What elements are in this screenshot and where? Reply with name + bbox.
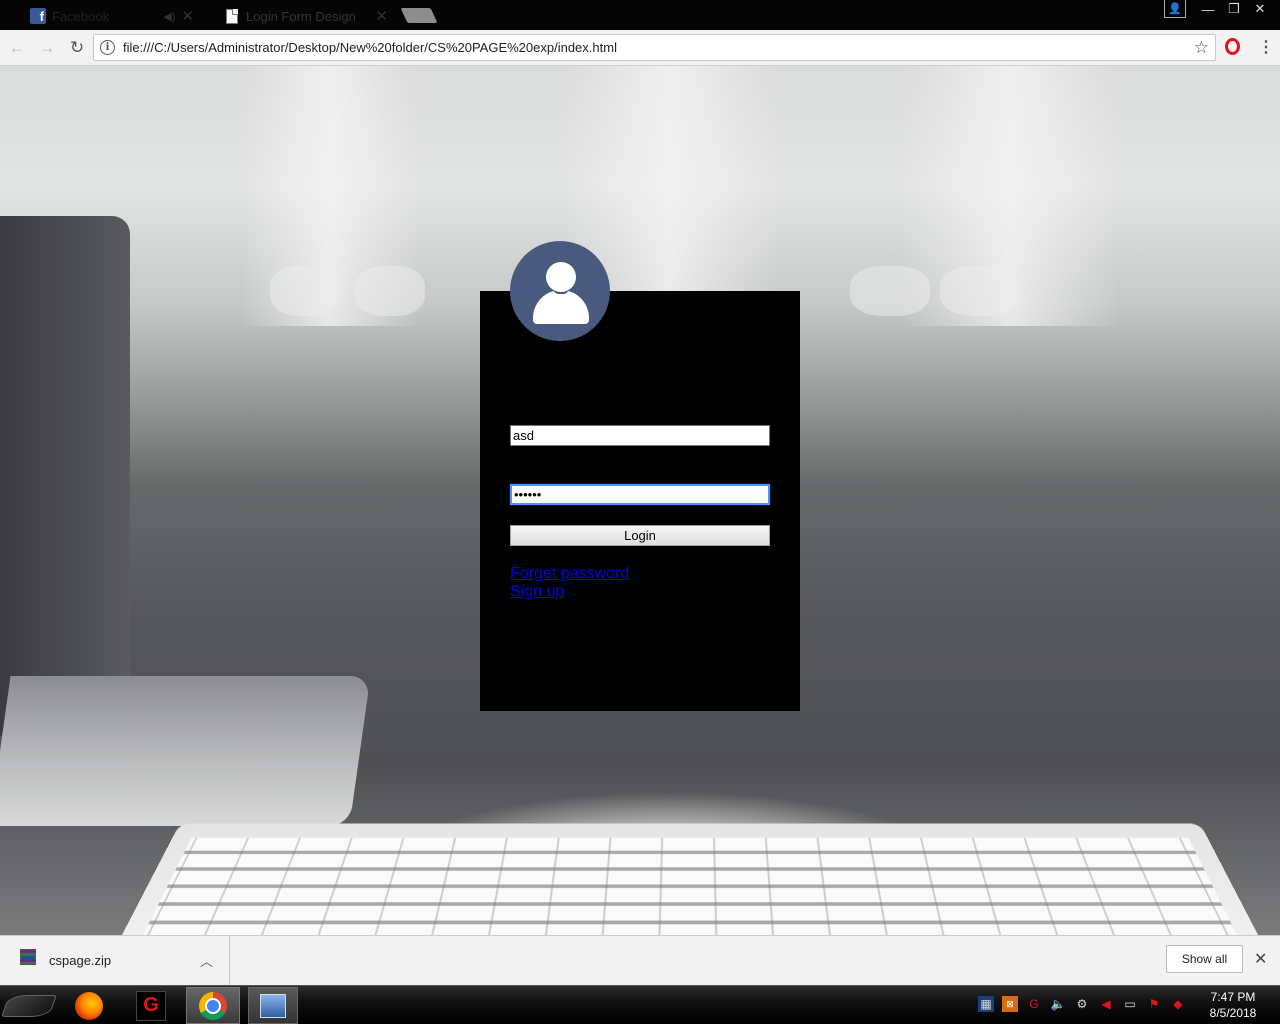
bookmark-star-icon[interactable]: ☆ [1194,38,1209,58]
login-button[interactable]: Login [510,525,770,546]
login-card: Login Forget password Sign up [480,291,800,711]
tab-facebook[interactable]: f Facebook ◀) ✕ [10,2,202,30]
chrome-taskbar-button[interactable] [186,987,240,1024]
explorer-icon [260,994,286,1018]
rog-logo-icon [1,995,57,1017]
page-icon [226,9,238,24]
start-button[interactable] [2,987,56,1024]
close-window-icon[interactable]: ✕ [1248,0,1272,18]
clock-date: 8/5/2018 [1198,1005,1268,1021]
speaker-tray-icon[interactable]: ◀ [1098,996,1114,1012]
background-photo [355,266,425,316]
chrome-icon [199,992,227,1020]
username-input[interactable] [510,425,770,446]
network-map-icon[interactable]: ▦ [978,996,994,1012]
forget-password-link[interactable]: Forget password [510,565,629,583]
profile-icon[interactable]: 👤 [1164,0,1186,18]
sign-up-link[interactable]: Sign up [510,583,564,601]
action-center-flag-icon[interactable]: ⚑ [1146,996,1162,1012]
display-icon[interactable]: ▭ [1122,996,1138,1012]
forward-arrow-icon[interactable]: → [34,35,60,61]
tab-title: Login Form Design [246,9,375,24]
info-icon[interactable]: i [100,40,115,55]
back-arrow-icon[interactable]: ← [4,35,30,61]
show-all-button[interactable]: Show all [1166,945,1243,973]
browser-menu-icon[interactable]: ⋮ [1258,37,1274,57]
background-photo [940,266,1020,316]
close-tab-icon[interactable]: ✕ [375,7,388,25]
antivirus-shield-icon[interactable]: ◆ [1170,996,1186,1012]
chevron-up-icon[interactable]: ︿ [200,951,213,970]
browser-toolbar: ← → ↻ i file:///C:/Users/Administrator/D… [0,30,1280,66]
background-photo [0,216,130,736]
windows-explorer-taskbar-button[interactable] [248,987,298,1024]
page-viewport: Login Forget password Sign up [0,66,1280,935]
xampp-icon[interactable]: ⊠ [1002,996,1018,1012]
new-tab-button[interactable] [401,8,438,23]
system-tray: ▦ ⊠ G 🔈 ⚙ ◀ ▭ ⚑ ◆ [978,996,1186,1012]
close-tab-icon[interactable]: ✕ [181,7,194,25]
minimize-icon[interactable]: — [1196,0,1220,18]
garena-tray-icon[interactable]: G [1026,996,1042,1012]
tab-strip: f Facebook ◀) ✕ Login Form Design ✕ 👤 — … [0,0,1280,30]
speaker-icon[interactable]: ◀) [163,10,175,23]
volume-icon[interactable]: 🔈 [1050,996,1066,1012]
opera-extension-icon[interactable] [1225,38,1240,55]
garena-taskbar-button[interactable]: G [132,987,170,1024]
network-icon[interactable]: ⚙ [1074,996,1090,1012]
download-bar: cspage.zip ︿ Show all ✕ [0,935,1280,985]
reload-icon[interactable]: ↻ [64,35,90,61]
winrar-archive-icon [20,949,36,965]
taskbar: G ▦ ⊠ G 🔈 ⚙ ◀ ▭ ⚑ ◆ 7:47 PM 8/5/2018 [0,985,1280,1024]
clock-time: 7:47 PM [1198,989,1268,1005]
avatar-body [533,290,589,324]
background-keyboard [117,824,1264,935]
avatar-icon [510,241,610,341]
tab-title: Facebook [52,9,163,24]
avatar-head [546,262,576,292]
system-clock[interactable]: 7:47 PM 8/5/2018 [1198,989,1268,1021]
firefox-icon [75,992,103,1020]
background-photo [850,266,930,316]
background-photo [0,676,371,826]
download-item[interactable]: cspage.zip ︿ [0,936,230,985]
background-photo [270,266,340,316]
facebook-icon: f [30,8,46,24]
address-bar[interactable]: i file:///C:/Users/Administrator/Desktop… [93,34,1216,61]
window-controls: 👤 — ❐ ✕ [1164,0,1272,18]
tab-login-form-design[interactable]: Login Form Design ✕ [206,2,396,30]
url-text[interactable]: file:///C:/Users/Administrator/Desktop/N… [123,40,1194,55]
background-keyboard-keys [143,838,1238,935]
garena-icon: G [136,991,166,1021]
close-download-bar-icon[interactable]: ✕ [1254,949,1267,969]
firefox-taskbar-button[interactable] [70,987,108,1024]
download-file-name[interactable]: cspage.zip [49,953,200,968]
restore-icon[interactable]: ❐ [1222,0,1246,18]
password-input[interactable] [510,484,770,505]
